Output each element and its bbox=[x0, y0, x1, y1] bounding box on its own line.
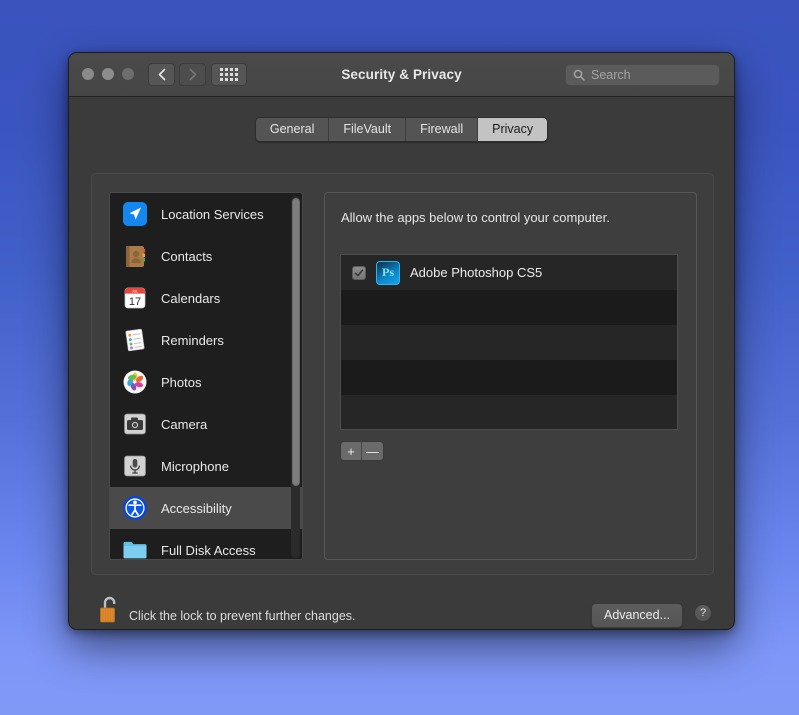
sidebar-item-label: Accessibility bbox=[161, 500, 232, 516]
location-services-icon bbox=[122, 201, 148, 227]
tab-general[interactable]: General bbox=[255, 118, 330, 141]
table-row-empty[interactable] bbox=[341, 290, 677, 325]
sidebar-item-calendars[interactable]: JUL 17 Calendars bbox=[110, 277, 302, 319]
table-row-empty[interactable] bbox=[341, 360, 677, 395]
app-checkbox[interactable] bbox=[352, 265, 366, 280]
table-row-empty[interactable] bbox=[341, 395, 677, 429]
help-button[interactable]: ? bbox=[694, 604, 712, 622]
reminders-icon bbox=[122, 327, 148, 353]
search-field[interactable]: Search bbox=[565, 64, 720, 86]
window-footer: Click the lock to prevent further change… bbox=[69, 591, 734, 629]
preferences-window: Security & Privacy Search General FileVa… bbox=[68, 52, 735, 630]
sidebar-item-contacts[interactable]: Contacts bbox=[110, 235, 302, 277]
calendars-icon: JUL 17 bbox=[122, 285, 148, 311]
search-placeholder: Search bbox=[591, 68, 631, 82]
sidebar-item-photos[interactable]: Photos bbox=[110, 361, 302, 403]
sidebar-item-camera[interactable]: Camera bbox=[110, 403, 302, 445]
search-icon bbox=[573, 69, 585, 81]
sidebar-scrollbar-thumb[interactable] bbox=[292, 198, 300, 486]
allowed-apps-list[interactable]: Ps Adobe Photoshop CS5 bbox=[340, 254, 678, 430]
table-row-empty[interactable] bbox=[341, 325, 677, 360]
tab-firewall[interactable]: Firewall bbox=[406, 118, 479, 141]
privacy-panel: Location Services Contacts JUL 17 Calend… bbox=[91, 173, 714, 575]
svg-text:JUL: JUL bbox=[132, 290, 138, 294]
tab-bar: General FileVault Firewall Privacy bbox=[69, 117, 734, 142]
sidebar-item-label: Reminders bbox=[161, 332, 224, 348]
sidebar-item-reminders[interactable]: Reminders bbox=[110, 319, 302, 361]
sidebar-item-label: Microphone bbox=[161, 458, 229, 474]
add-remove-button-group: + — bbox=[340, 441, 384, 461]
sidebar-item-label: Calendars bbox=[161, 290, 221, 306]
sidebar-item-microphone[interactable]: Microphone bbox=[110, 445, 302, 487]
sidebar-item-label: Camera bbox=[161, 416, 208, 432]
window-body: General FileVault Firewall Privacy Locat bbox=[69, 97, 734, 629]
table-row[interactable]: Ps Adobe Photoshop CS5 bbox=[341, 255, 677, 290]
remove-app-button[interactable]: — bbox=[362, 442, 383, 460]
svg-text:17: 17 bbox=[129, 296, 141, 308]
app-name: Adobe Photoshop CS5 bbox=[410, 265, 543, 280]
folder-icon bbox=[122, 537, 148, 559]
sidebar-item-label: Location Services bbox=[161, 206, 264, 222]
contacts-icon bbox=[122, 243, 148, 269]
sidebar-item-full-disk-access[interactable]: Full Disk Access bbox=[110, 529, 302, 559]
photoshop-icon: Ps bbox=[376, 260, 400, 285]
accessibility-icon bbox=[122, 495, 148, 521]
window-titlebar: Security & Privacy Search bbox=[69, 53, 734, 97]
tab-filevault[interactable]: FileVault bbox=[329, 118, 407, 141]
sidebar-item-label: Contacts bbox=[161, 248, 213, 264]
sidebar-item-label: Photos bbox=[161, 374, 202, 390]
lock-message: Click the lock to prevent further change… bbox=[129, 609, 356, 623]
tab-privacy[interactable]: Privacy bbox=[478, 118, 548, 141]
sidebar-item-label: Full Disk Access bbox=[161, 542, 256, 558]
unlocked-padlock-icon bbox=[100, 596, 116, 623]
microphone-icon bbox=[122, 453, 148, 479]
camera-icon bbox=[122, 411, 148, 437]
sidebar-item-accessibility[interactable]: Accessibility bbox=[110, 487, 302, 529]
add-app-button[interactable]: + bbox=[341, 442, 362, 460]
checkmark-icon bbox=[354, 268, 364, 276]
pane-description: Allow the apps below to control your com… bbox=[341, 210, 610, 225]
photos-icon bbox=[122, 369, 148, 395]
advanced-button[interactable]: Advanced... bbox=[590, 603, 683, 628]
lock-button[interactable] bbox=[97, 594, 123, 626]
app-permissions-pane: Allow the apps below to control your com… bbox=[324, 192, 697, 560]
privacy-category-list[interactable]: Location Services Contacts JUL 17 Calend… bbox=[109, 192, 303, 560]
sidebar-item-location-services[interactable]: Location Services bbox=[110, 193, 302, 235]
